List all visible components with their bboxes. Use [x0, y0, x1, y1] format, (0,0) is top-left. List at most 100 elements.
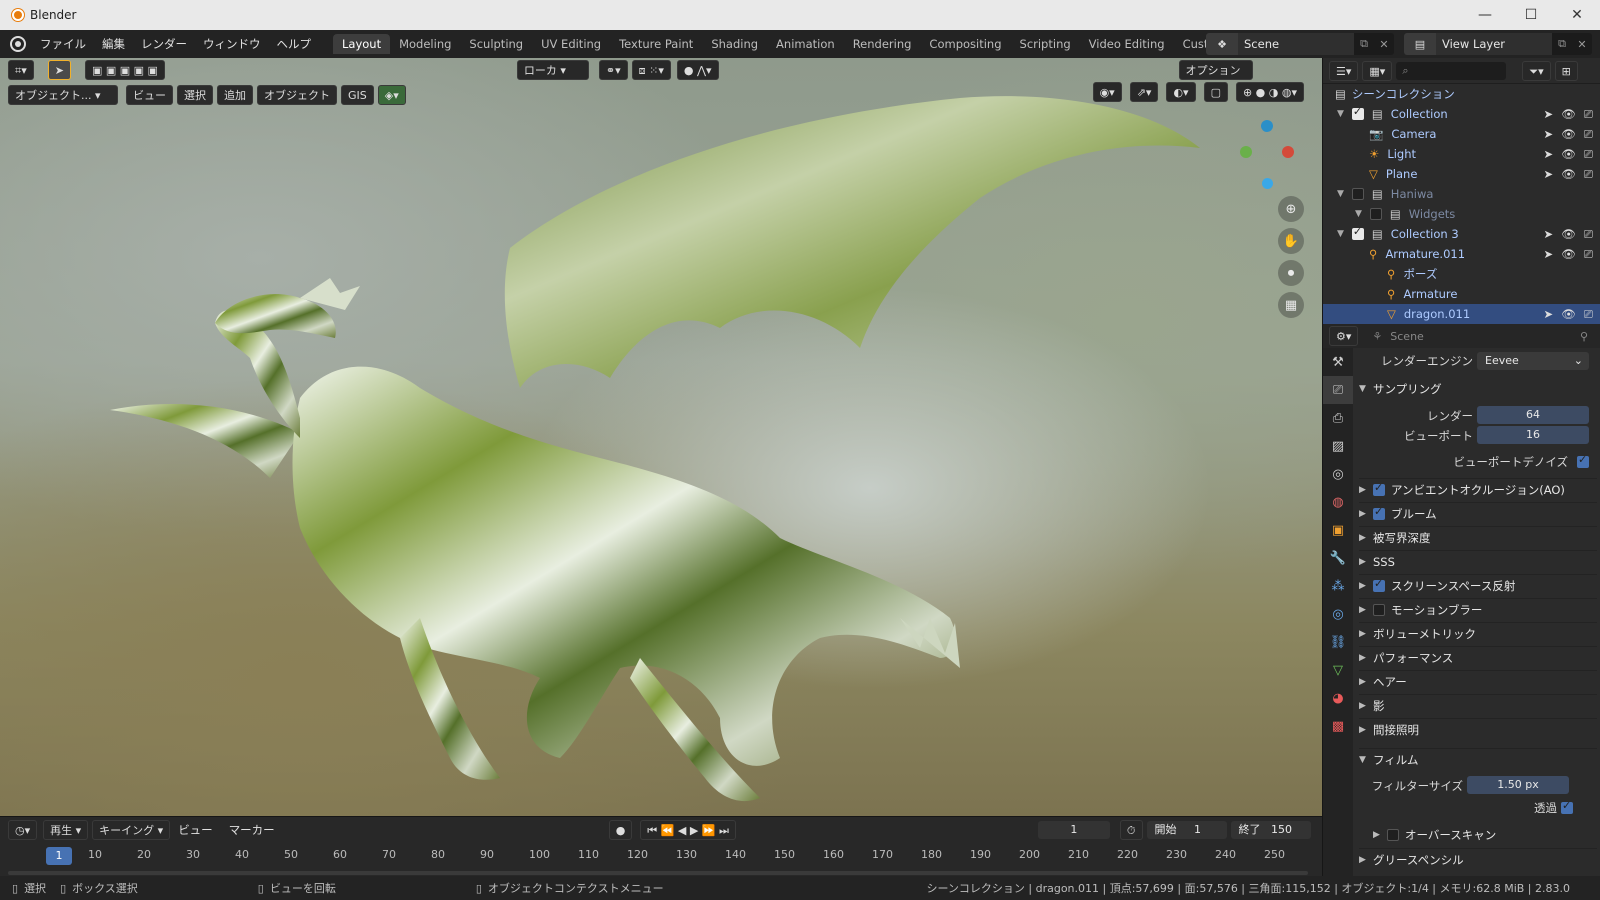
tab-texture-paint[interactable]: Texture Paint	[610, 34, 702, 54]
tab-animation[interactable]: Animation	[767, 34, 844, 54]
row-visibility-icons[interactable]: ➤ 👁 ⎚	[1544, 247, 1593, 262]
3d-viewport[interactable]: ⌗▾ ➤ ▣ ▣ ▣ ▣ ▣ ローカ ▾ ⚭▾ ⧈ ⁙▾ ● ⋀▾ オプション …	[0, 58, 1322, 816]
outliner-search-input[interactable]: ⌕	[1396, 61, 1507, 80]
row-visibility-icons[interactable]: ➤ 👁 ⎚	[1544, 107, 1593, 122]
render-camera-icon[interactable]: ⎚	[1584, 307, 1593, 322]
tab-scripting[interactable]: Scripting	[1011, 34, 1080, 54]
select-tool-icon[interactable]: ➤	[47, 60, 71, 80]
playback-controls[interactable]: ⏮ ⏪ ◀ ▶ ⏩ ⏭	[640, 820, 736, 840]
texture-tab-icon[interactable]: ▩	[1323, 712, 1353, 740]
outliner-row[interactable]: ▽ Plane ➤ 👁 ⎚	[1323, 164, 1600, 184]
outliner-row[interactable]: ▽ dragon.011 ➤ 👁 ⎚	[1323, 304, 1600, 324]
scene-tab-icon[interactable]: ◎	[1323, 460, 1353, 488]
render-camera-icon[interactable]: ⎚	[1584, 127, 1593, 142]
select-icon[interactable]: ➤	[1544, 247, 1554, 262]
select-icon[interactable]: ➤	[1544, 107, 1554, 122]
transform-orientation-dropdown[interactable]: ローカ ▾	[516, 60, 589, 80]
tab-compositing[interactable]: Compositing	[920, 34, 1010, 54]
maximize-button[interactable]: ☐	[1508, 0, 1554, 30]
transparent-checkbox[interactable]	[1561, 799, 1573, 814]
filter-size-field[interactable]: 1.50 px	[1467, 776, 1569, 794]
tab-video-editing[interactable]: Video Editing	[1080, 34, 1174, 54]
overscan-checkbox[interactable]	[1387, 829, 1399, 841]
snap-button[interactable]: ⧈ ⁙▾	[631, 60, 671, 80]
object-menu[interactable]: オブジェクト	[257, 85, 337, 105]
scene-copy-icon[interactable]: ⧉	[1354, 37, 1374, 51]
properties-section[interactable]: ▶ アンビエントオクルージョン(AO)	[1359, 478, 1597, 500]
editor-type-button[interactable]: ⌗▾	[8, 60, 34, 80]
eye-icon[interactable]: 👁	[1561, 147, 1576, 162]
selection-mode-icons[interactable]: ▣ ▣ ▣ ▣ ▣	[84, 60, 165, 80]
section-checkbox[interactable]	[1373, 577, 1385, 592]
collection-checkbox[interactable]	[1351, 188, 1364, 200]
pin-icon[interactable]: ⚲	[1580, 330, 1588, 343]
outliner-row[interactable]: ▼ ▤ Collection 3 ➤ 👁 ⎚	[1323, 224, 1600, 244]
menu-window[interactable]: ウィンドウ	[195, 36, 269, 52]
constraints-tab-icon[interactable]: ⛓	[1323, 628, 1353, 656]
section-checkbox[interactable]	[1373, 505, 1385, 520]
viewport-samples-field[interactable]: 16	[1477, 426, 1589, 444]
object-mode-dropdown[interactable]: オブジェクト... ▾	[8, 85, 118, 105]
row-visibility-icons[interactable]: ➤ 👁 ⎚	[1544, 307, 1593, 322]
blender-menu-icon[interactable]	[10, 36, 26, 52]
scene-collection-row[interactable]: ▤ シーンコレクション	[1323, 84, 1600, 104]
render-camera-icon[interactable]: ⎚	[1584, 167, 1593, 182]
zoom-icon[interactable]: ⊕	[1278, 196, 1304, 222]
row-visibility-icons[interactable]: ➤ 👁 ⎚	[1544, 167, 1593, 182]
select-icon[interactable]: ➤	[1544, 127, 1554, 142]
marker-menu[interactable]: マーカー	[221, 822, 283, 838]
playback-menu[interactable]: 再生 ▾	[43, 820, 89, 840]
world-tab-icon[interactable]: ◍	[1323, 488, 1353, 516]
timeline-view-menu[interactable]: ビュー	[170, 822, 221, 838]
navigation-gizmo[interactable]	[1238, 116, 1298, 196]
eye-icon[interactable]: 👁	[1561, 227, 1576, 242]
render-engine-dropdown[interactable]: Eevee ⌄	[1477, 352, 1589, 370]
expand-arrow-icon[interactable]: ▼	[1337, 189, 1344, 199]
start-frame-field[interactable]: 開始 1	[1146, 821, 1227, 839]
shading-mode-icons[interactable]: ⊕ ● ◑ ◍▾	[1235, 82, 1304, 102]
end-frame-field[interactable]: 終了 150	[1230, 821, 1311, 839]
material-tab-icon[interactable]: ◕	[1323, 684, 1353, 712]
scene-selector[interactable]: ❖ Scene ⧉ ✕	[1206, 33, 1394, 55]
scene-name[interactable]: Scene	[1238, 33, 1354, 55]
outliner-row[interactable]: ▼ ▤ Widgets	[1323, 204, 1600, 224]
tab-sculpting[interactable]: Sculpting	[460, 34, 532, 54]
tab-layout[interactable]: Layout	[333, 34, 391, 54]
render-samples-field[interactable]: 64	[1477, 406, 1589, 424]
eye-icon[interactable]: 👁	[1561, 107, 1576, 122]
new-collection-icon[interactable]: ⊞	[1554, 60, 1578, 81]
current-frame-marker[interactable]: 1	[46, 847, 72, 865]
collection-checkbox[interactable]	[1351, 225, 1364, 240]
properties-section[interactable]: ▶ ボリューメトリック	[1359, 622, 1597, 644]
expand-arrow-icon[interactable]: ▼	[1337, 229, 1344, 239]
render-camera-icon[interactable]: ⎚	[1584, 107, 1593, 122]
outliner-row[interactable]: ▼ ▤ Collection ➤ 👁 ⎚	[1323, 104, 1600, 124]
particles-tab-icon[interactable]: ⁂	[1323, 572, 1353, 600]
options-dropdown[interactable]: オプション ▾	[1178, 60, 1253, 97]
select-icon[interactable]: ➤	[1544, 227, 1554, 242]
display-mode-button[interactable]: ▦▾	[1362, 60, 1393, 81]
view-layer-tab-icon[interactable]: ▨	[1323, 432, 1353, 460]
gis-icon[interactable]: ◈▾	[377, 85, 406, 105]
tab-modeling[interactable]: Modeling	[390, 34, 460, 54]
gizmo-icon[interactable]: ⇗▾	[1129, 82, 1159, 102]
eye-icon[interactable]: 👁	[1561, 247, 1576, 262]
data-tab-icon[interactable]: ▽	[1323, 656, 1353, 684]
view-layer-copy-icon[interactable]: ⧉	[1552, 37, 1572, 51]
xray-icon[interactable]: ▢	[1203, 82, 1228, 102]
properties-section[interactable]: ▶ パフォーマンス	[1359, 646, 1597, 668]
camera-view-icon[interactable]: ⏺	[1278, 260, 1304, 286]
menu-help[interactable]: ヘルプ	[269, 36, 320, 52]
close-button[interactable]: ✕	[1554, 0, 1600, 30]
physics-tab-icon[interactable]: ◎	[1323, 600, 1353, 628]
tab-rendering[interactable]: Rendering	[844, 34, 921, 54]
select-icon[interactable]: ➤	[1544, 147, 1554, 162]
perspective-grid-icon[interactable]: ▦	[1278, 292, 1304, 318]
record-icon[interactable]: ●	[608, 820, 633, 840]
properties-section[interactable]: ▶ 影	[1359, 694, 1597, 716]
render-tab-icon[interactable]: ⎚	[1323, 376, 1353, 404]
sampling-section[interactable]: ▼ サンプリング	[1359, 378, 1597, 400]
expand-arrow-icon[interactable]: ▼	[1355, 209, 1362, 219]
grease-pencil-section[interactable]: ▶ グリースペンシル	[1359, 848, 1597, 870]
frame-ruler[interactable]: 1 10 20 30 40 50 60 70 80 90 100 110 120 130 140 150 16…	[8, 845, 1308, 867]
